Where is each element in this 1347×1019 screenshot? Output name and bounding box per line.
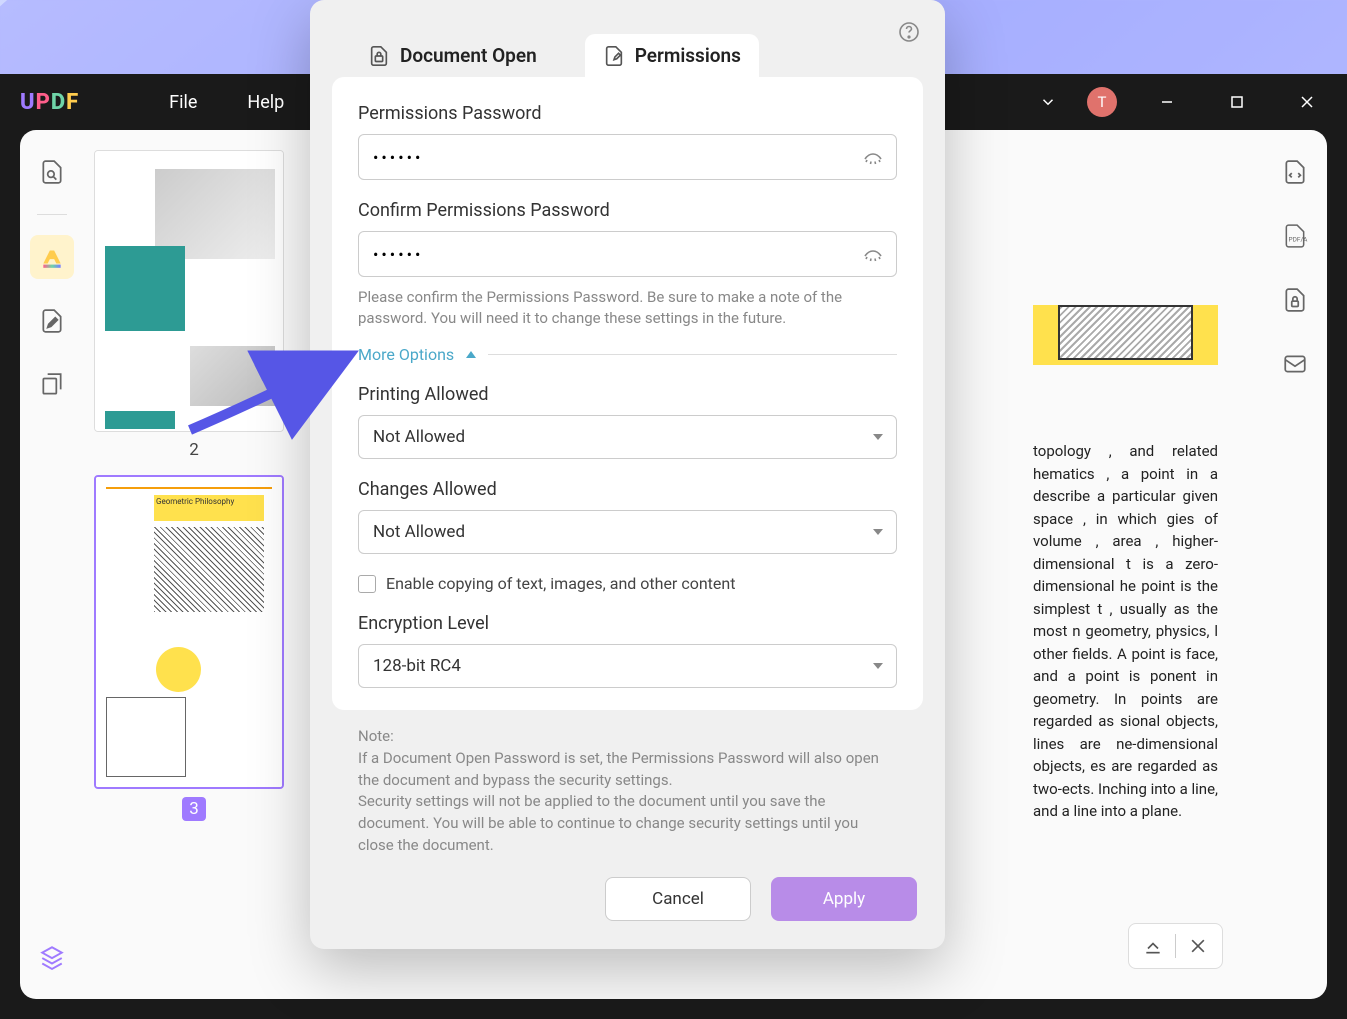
menu-help[interactable]: Help [247, 92, 284, 113]
highlight-tool-icon[interactable] [30, 235, 74, 279]
close-window-button[interactable] [1287, 82, 1327, 122]
share-icon[interactable] [1273, 342, 1317, 386]
changes-label: Changes Allowed [358, 479, 897, 500]
find-prev-icon[interactable] [1143, 936, 1163, 956]
more-options-toggle[interactable]: More Options [358, 345, 897, 364]
tab-document-open-label: Document Open [400, 44, 537, 67]
chevron-down-icon [873, 434, 883, 440]
collapse-triangle-icon [466, 351, 476, 358]
search-tool-icon[interactable] [30, 150, 74, 194]
apply-button[interactable]: Apply [771, 877, 917, 921]
printing-label: Printing Allowed [358, 384, 897, 405]
minimize-button[interactable] [1147, 82, 1187, 122]
enable-copy-label: Enable copying of text, images, and othe… [386, 574, 735, 593]
chevron-down-icon [873, 529, 883, 535]
thumb-number-2: 2 [94, 440, 294, 460]
svg-text:PDF/A: PDF/A [1289, 235, 1309, 243]
toggle-visibility-icon[interactable] [861, 242, 885, 266]
doc-image-block [1058, 305, 1193, 360]
page-thumbnail-2[interactable] [94, 150, 284, 432]
doc-body-text: topology , and related hematics , a poin… [1033, 440, 1218, 823]
enable-copy-checkbox[interactable] [358, 575, 376, 593]
toggle-visibility-icon[interactable] [861, 145, 885, 169]
find-close-icon[interactable] [1188, 936, 1208, 956]
convert-icon[interactable] [1273, 150, 1317, 194]
perm-password-input[interactable] [358, 134, 897, 180]
edit-tool-icon[interactable] [30, 299, 74, 343]
tab-document-open[interactable]: Document Open [350, 34, 555, 77]
pdfa-icon[interactable]: PDF/A [1273, 214, 1317, 258]
more-options-label: More Options [358, 345, 454, 364]
encryption-label: Encryption Level [358, 613, 897, 634]
perm-password-label: Permissions Password [358, 103, 897, 124]
note-line-1: If a Document Open Password is set, the … [358, 748, 897, 792]
tab-permissions[interactable]: Permissions [585, 34, 759, 77]
help-icon[interactable] [897, 20, 921, 44]
menu-file[interactable]: File [169, 92, 197, 113]
lock-doc-icon [368, 45, 390, 67]
maximize-button[interactable] [1217, 82, 1257, 122]
pages-tool-icon[interactable] [30, 363, 74, 407]
confirm-password-label: Confirm Permissions Password [358, 200, 897, 221]
main-menu: File Help [169, 92, 284, 113]
confirm-hint-text: Please confirm the Permissions Password.… [358, 287, 897, 329]
find-toolbar [1128, 923, 1223, 969]
perms-doc-icon [603, 45, 625, 67]
note-line-2: Security settings will not be applied to… [358, 791, 897, 856]
thumb-number-3: 3 [182, 797, 206, 821]
left-toolbar [20, 130, 84, 999]
layers-icon[interactable] [30, 935, 74, 979]
thumbnails-panel: 2 Geometric Philosophy 3 [84, 130, 304, 999]
note-title: Note: [358, 726, 897, 748]
page-thumbnail-3[interactable]: Geometric Philosophy [94, 475, 284, 789]
dialog-tabs: Document Open Permissions [310, 0, 945, 77]
printing-select[interactable]: Not Allowed [358, 415, 897, 459]
protect-icon[interactable] [1273, 278, 1317, 322]
titlebar-dropdown[interactable] [1039, 93, 1057, 111]
confirm-password-input[interactable] [358, 231, 897, 277]
cancel-button[interactable]: Cancel [605, 877, 751, 921]
app-logo: UPDF [20, 90, 79, 115]
right-toolbar: PDF/A [1263, 130, 1327, 999]
security-dialog: Document Open Permissions Permissions Pa… [310, 0, 945, 949]
chevron-down-icon [873, 663, 883, 669]
changes-select[interactable]: Not Allowed [358, 510, 897, 554]
encryption-select[interactable]: 128-bit RC4 [358, 644, 897, 688]
dialog-note: Note: If a Document Open Password is set… [310, 710, 945, 867]
tab-permissions-label: Permissions [635, 44, 741, 67]
user-avatar[interactable]: T [1087, 87, 1117, 117]
